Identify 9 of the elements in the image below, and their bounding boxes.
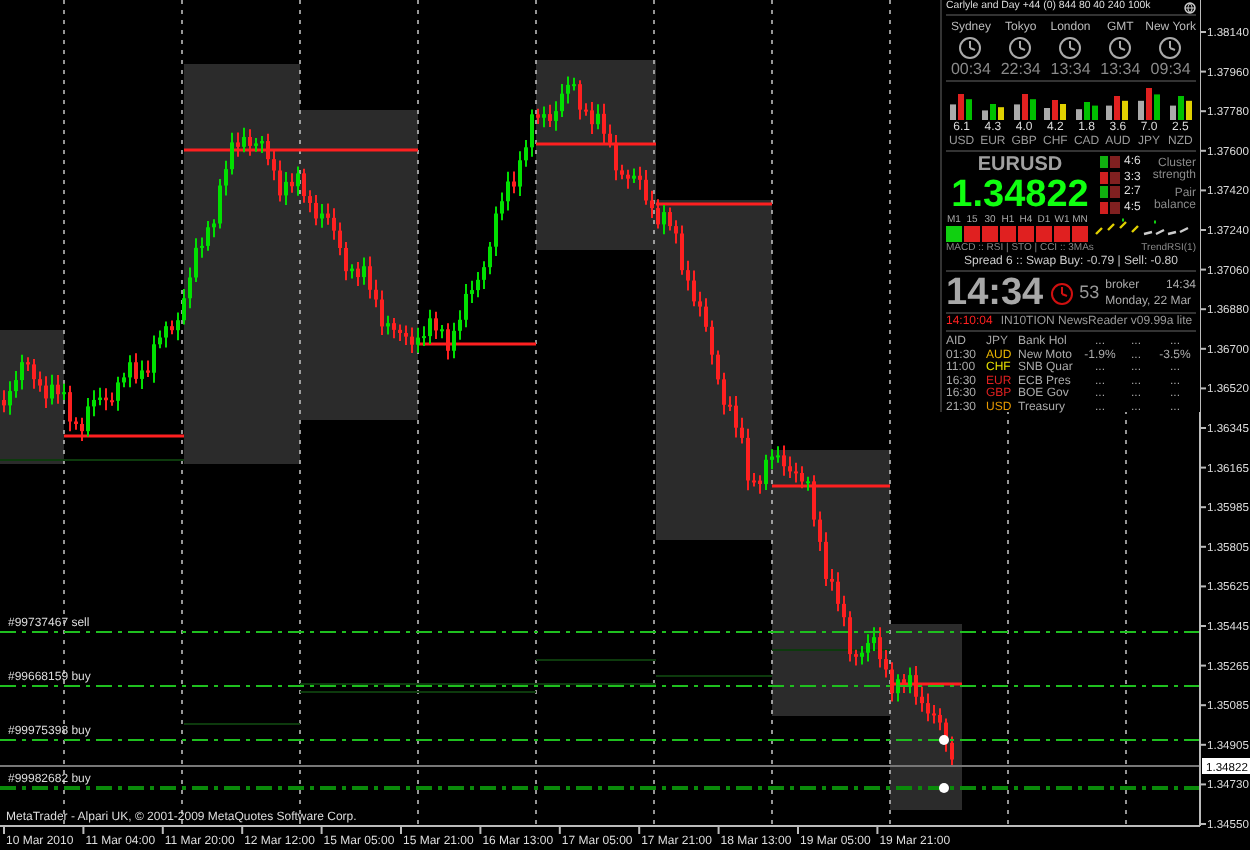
city-time: 13:34: [1100, 62, 1141, 78]
city-time: 13:34: [1050, 62, 1091, 78]
seconds-text: 53: [1079, 284, 1100, 302]
city-time: 09:34: [1150, 62, 1191, 78]
city-time: 00:34: [950, 62, 991, 78]
local-time: 14:34: [946, 274, 1044, 312]
city-time: 22:34: [1000, 62, 1041, 78]
pair-symbol: EURUSD: [977, 156, 1063, 176]
bid-price: 1.34822: [951, 176, 1089, 214]
